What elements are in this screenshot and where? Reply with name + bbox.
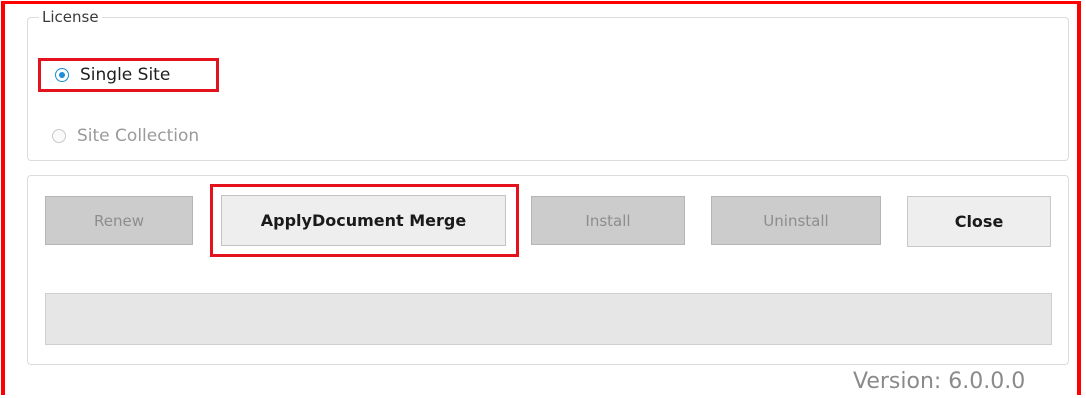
progress-bar xyxy=(45,293,1052,345)
apply-document-merge-button[interactable]: ApplyDocument Merge xyxy=(221,195,506,246)
renew-button[interactable]: Renew xyxy=(45,196,193,245)
close-button[interactable]: Close xyxy=(907,196,1051,247)
version-label: Version: 6.0.0.0 xyxy=(853,369,1026,394)
install-button[interactable]: Install xyxy=(531,196,685,245)
single-site-label: Single Site xyxy=(80,65,171,85)
uninstall-button[interactable]: Uninstall xyxy=(711,196,881,245)
single-site-radio[interactable]: Single Site xyxy=(38,58,219,92)
site-collection-radio[interactable]: Site Collection xyxy=(52,124,199,148)
radio-selected-icon xyxy=(55,68,69,82)
license-legend: License xyxy=(39,8,102,26)
site-collection-label: Site Collection xyxy=(77,126,200,146)
radio-unselected-icon xyxy=(52,129,66,143)
